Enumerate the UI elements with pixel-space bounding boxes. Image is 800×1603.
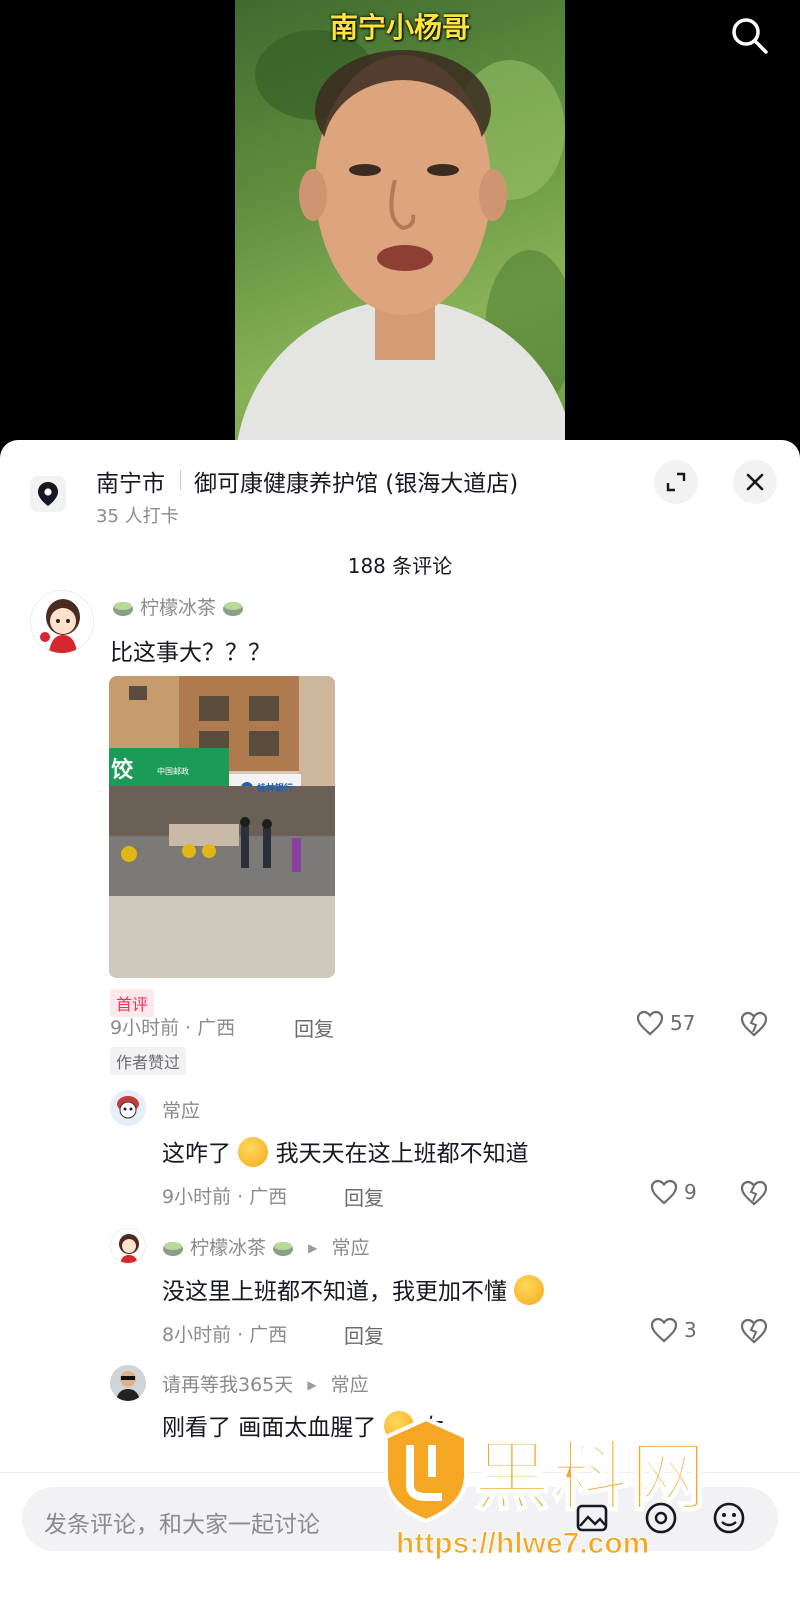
- crying-emoji-icon: [238, 1137, 269, 1167]
- avatar[interactable]: [110, 1228, 146, 1264]
- comment-text: 比这事大？？？: [110, 640, 271, 666]
- reply-text: 这咋了 我天天在这上班都不知道: [162, 1134, 529, 1168]
- reply-text: 没这里上班都不知道，我更加不懂: [162, 1272, 545, 1306]
- like-button[interactable]: 57: [636, 1010, 695, 1036]
- reply-author[interactable]: 柠檬冰茶 ▶ 常应: [162, 1233, 369, 1260]
- heart-icon: [650, 1317, 678, 1343]
- reply-time: 8小时前 · 广西: [162, 1324, 288, 1346]
- watermark-url: https://hlwe7.com: [395, 1527, 650, 1561]
- photo-sign-left: 饺: [111, 758, 134, 783]
- like-button[interactable]: 9: [650, 1179, 697, 1205]
- location-divider: [180, 470, 181, 490]
- video-frame[interactable]: [235, 0, 565, 445]
- tea-emoji-icon: [222, 596, 244, 618]
- reply-time: 9小时前 · 广西: [162, 1186, 288, 1208]
- video-title: 南宁小杨哥: [329, 11, 470, 44]
- like-button[interactable]: 3: [650, 1317, 697, 1343]
- reply-author[interactable]: 请再等我365天 ▶ 常应: [162, 1370, 369, 1397]
- video-player[interactable]: 南宁小杨哥: [0, 0, 800, 445]
- location-shop-name[interactable]: 御可康健康养护馆 (银海大道店): [194, 464, 518, 498]
- reply-arrow-icon: ▶: [308, 1241, 318, 1255]
- tea-emoji-icon: [272, 1236, 294, 1258]
- reply-arrow-icon: ▶: [307, 1378, 317, 1392]
- heart-icon: [636, 1010, 664, 1036]
- watermark-logo-icon: [384, 1416, 468, 1524]
- expand-icon[interactable]: [654, 460, 698, 504]
- dislike-icon[interactable]: [740, 1011, 768, 1041]
- photo-sign-bank: 桂林银行: [257, 784, 294, 794]
- comment-input-placeholder: 发条评论，和大家一起讨论: [44, 1512, 320, 1538]
- comment-author[interactable]: 柠檬冰茶: [112, 593, 244, 620]
- location-checkins: 35 人打卡: [96, 506, 179, 527]
- dislike-icon[interactable]: [740, 1318, 768, 1348]
- tea-emoji-icon: [162, 1236, 184, 1258]
- reply-button[interactable]: 回复: [344, 1182, 384, 1211]
- photo-sign-shop: 中国邮政: [157, 767, 189, 776]
- search-icon[interactable]: [728, 14, 772, 58]
- like-count: 9: [684, 1180, 697, 1204]
- comment-time: 9小时前 · 广西: [110, 1017, 236, 1039]
- avatar[interactable]: [110, 1365, 146, 1401]
- comment-photo[interactable]: 饺 中国邮政 桂林银行: [109, 676, 335, 978]
- reply-author[interactable]: 常应: [162, 1096, 200, 1123]
- like-count: 3: [684, 1318, 697, 1342]
- location-pin-icon: [30, 476, 66, 512]
- location-city[interactable]: 南宁市: [96, 464, 165, 498]
- close-icon[interactable]: [733, 460, 777, 504]
- laughing-emoji-icon: [514, 1275, 545, 1305]
- dislike-icon[interactable]: [740, 1180, 768, 1210]
- person-figure: [236, 50, 565, 445]
- avatar[interactable]: [110, 1090, 146, 1126]
- avatar[interactable]: [30, 590, 94, 654]
- heart-icon: [650, 1179, 678, 1205]
- tea-emoji-icon: [112, 596, 134, 618]
- author-liked-tag: 作者赞过: [110, 1047, 187, 1075]
- like-count: 57: [670, 1011, 696, 1035]
- comment-sheet: 南宁市 御可康健康养护馆 (银海大道店) 35 人打卡 188 条评论 柠檬冰茶…: [0, 440, 800, 1603]
- watermark: 黑料网 https://hlwe7.com: [380, 1415, 780, 1575]
- watermark-text: 黑料网: [473, 1431, 708, 1522]
- reply-button[interactable]: 回复: [294, 1013, 334, 1042]
- reply-button[interactable]: 回复: [344, 1320, 384, 1349]
- comment-count: 188 条评论: [347, 554, 453, 578]
